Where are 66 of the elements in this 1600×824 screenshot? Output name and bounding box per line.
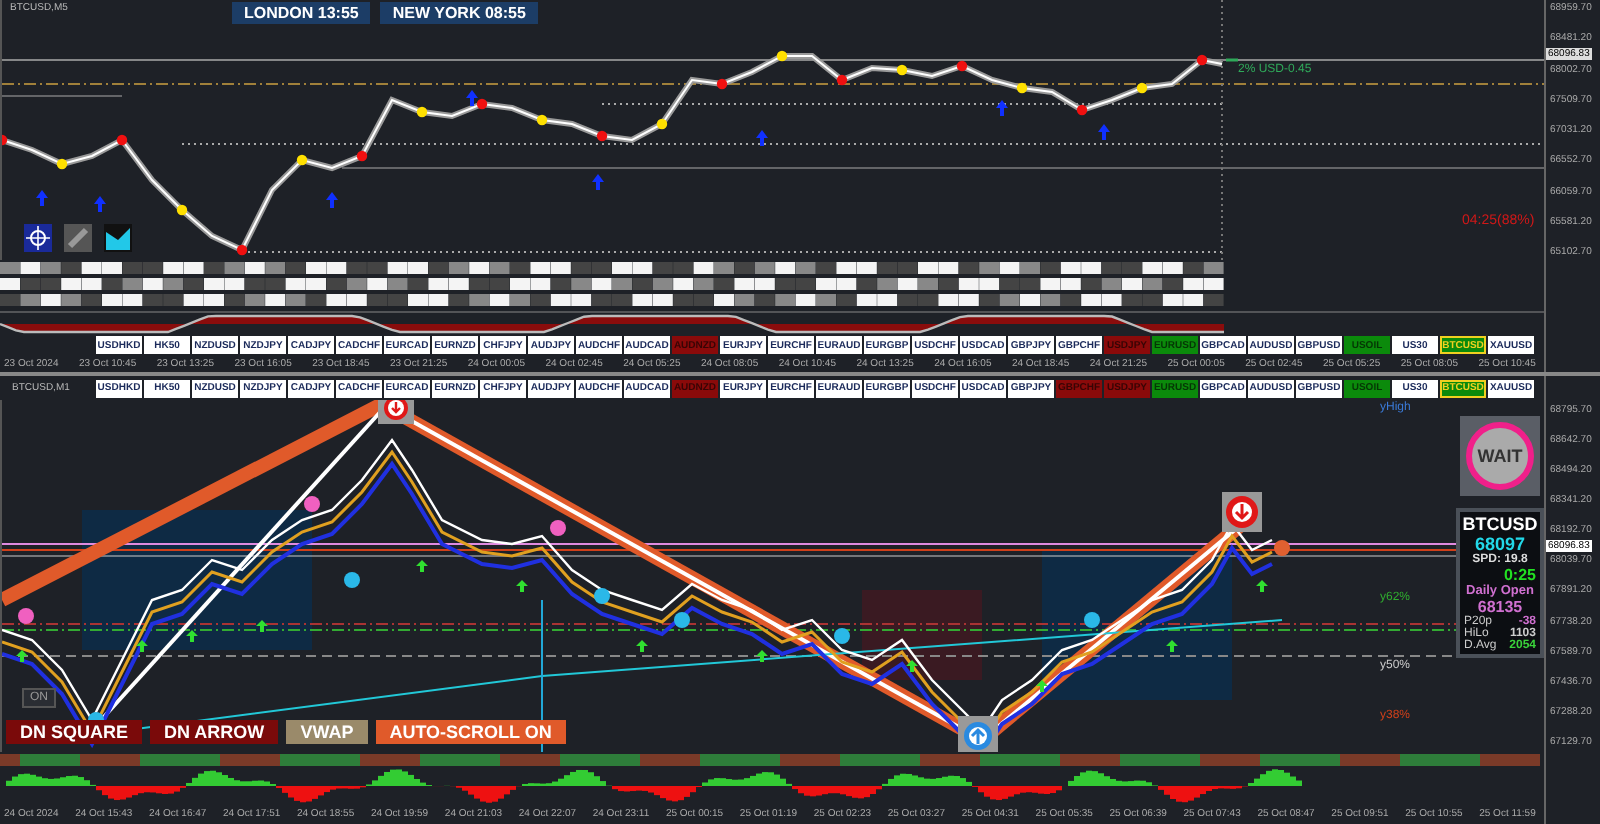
- signal-dot: [716, 78, 728, 90]
- up-arrow-icon: [326, 192, 338, 208]
- down-signal-icon: [378, 400, 414, 424]
- signal-dot: [1076, 104, 1088, 116]
- up-arrow-icon: [186, 630, 198, 642]
- up-arrow-icon: [466, 90, 478, 106]
- signal-dot: [1084, 612, 1100, 628]
- area-chart-icon[interactable]: [104, 224, 132, 252]
- signal-dot: [896, 64, 908, 76]
- countdown: 0:25: [1503, 566, 1538, 584]
- crosshair-icon[interactable]: [24, 224, 52, 252]
- session-label: LONDON 13:55: [232, 2, 371, 24]
- up-arrow-icon: [16, 650, 28, 662]
- signal-dot: [304, 496, 320, 512]
- up-arrow-icon: [1166, 640, 1178, 652]
- signal-dot: [1196, 54, 1208, 66]
- signal-dot: [476, 98, 488, 110]
- signal-dot: [596, 130, 608, 142]
- price-value: 68097: [1474, 534, 1526, 554]
- session-label: NEW YORK 08:55: [380, 2, 538, 24]
- signal-dot: [1136, 82, 1148, 94]
- up-arrow-icon: [906, 660, 918, 672]
- signal-dot: [176, 204, 188, 216]
- up-arrow-icon: [256, 620, 268, 632]
- signal-dot: [536, 114, 548, 126]
- up-arrow-icon: [416, 560, 428, 572]
- signal-dot: [18, 608, 34, 624]
- up-arrow-icon: [1256, 580, 1268, 592]
- signal-dot: [776, 50, 788, 62]
- signal-dot: [296, 154, 308, 166]
- signal-dot: [550, 520, 566, 536]
- daily-open-value: 68135: [1477, 598, 1523, 616]
- signal-dot: [674, 612, 690, 628]
- signal-dot: [356, 150, 368, 162]
- up-arrow-icon: [756, 650, 768, 662]
- indicator-button[interactable]: DN SQUARE: [6, 720, 143, 744]
- risk-marker: [1226, 58, 1238, 62]
- signal-dot: [416, 106, 428, 118]
- up-arrow-icon: [516, 580, 528, 592]
- up-arrow-icon: [1036, 680, 1048, 692]
- symbol-label: BTCUSD: [1462, 514, 1538, 534]
- signal-dot: [1274, 540, 1290, 556]
- up-signal-icon: [958, 716, 998, 752]
- level-line: [2, 95, 123, 97]
- up-arrow-icon: [592, 174, 604, 190]
- signal-dot: [56, 158, 68, 170]
- signal-dot: [656, 118, 668, 130]
- up-arrow-icon: [136, 640, 148, 652]
- wait-signal: WAIT: [1466, 422, 1534, 490]
- signal-dot: [344, 572, 360, 588]
- signal-dot: [1016, 82, 1028, 94]
- up-arrow-icon: [636, 640, 648, 652]
- signal-dot: [594, 588, 610, 604]
- up-arrow-icon: [1098, 124, 1110, 140]
- up-arrow-icon: [36, 190, 48, 206]
- signal-dot: [834, 628, 850, 644]
- up-arrow-icon: [756, 130, 768, 146]
- signal-dot: [236, 244, 248, 256]
- signal-dot: [956, 60, 968, 72]
- indicator-button[interactable]: AUTO-SCROLL ON: [375, 720, 566, 744]
- up-arrow-icon: [94, 196, 106, 212]
- signal-dot: [116, 134, 128, 146]
- down-signal-icon: [1222, 492, 1262, 532]
- up-arrow-icon: [996, 100, 1008, 116]
- signal-dot: [836, 74, 848, 86]
- indicator-button[interactable]: DN ARROW: [150, 720, 279, 744]
